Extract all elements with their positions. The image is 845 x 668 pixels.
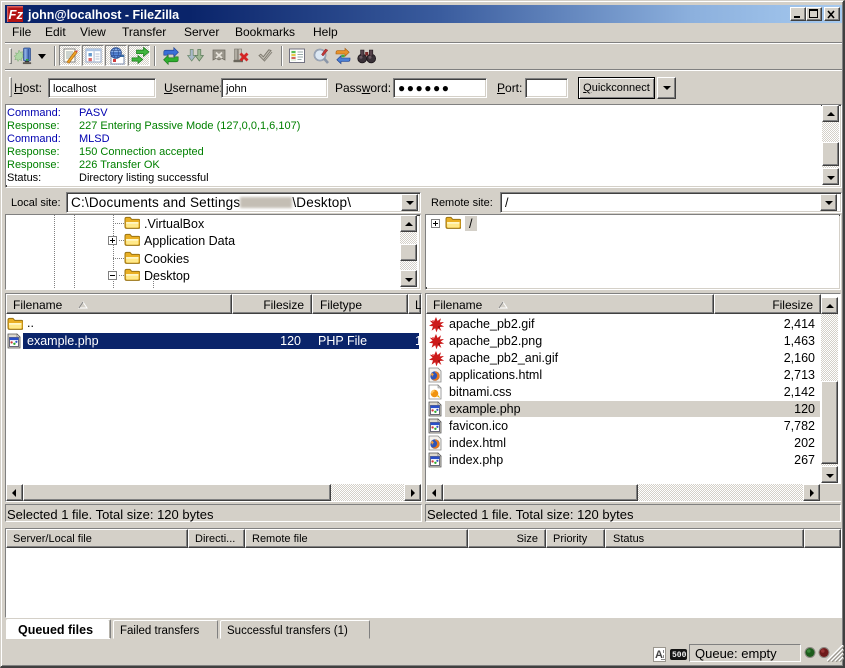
svg-text:Fz: Fz xyxy=(9,7,24,22)
